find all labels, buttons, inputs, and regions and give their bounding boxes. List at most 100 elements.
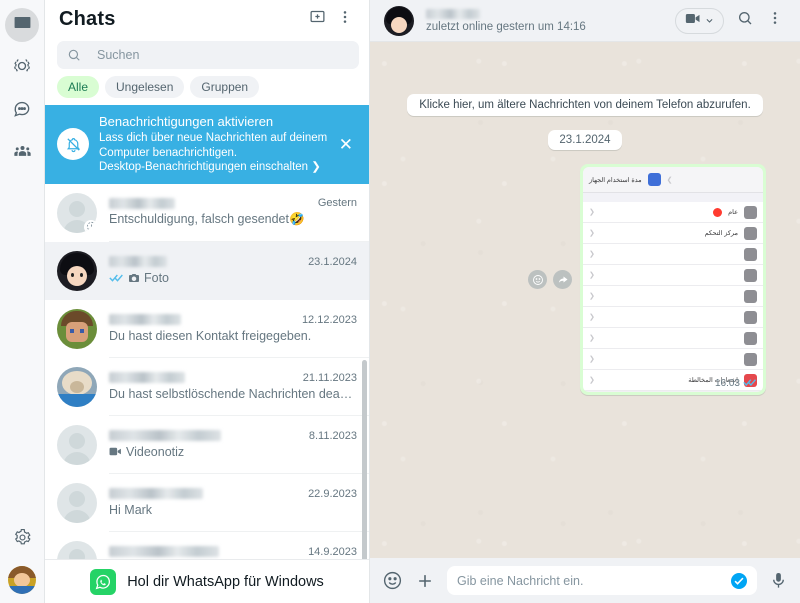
avatar	[57, 424, 97, 465]
chevron-left-icon: ❮	[589, 272, 595, 279]
channels-icon	[12, 99, 32, 124]
message-input[interactable]: Gib eine Nachricht ein.	[447, 566, 757, 595]
notification-text: Benachrichtigungen aktivieren Lass dich …	[99, 114, 333, 175]
voice-message-button[interactable]	[769, 571, 788, 590]
ios-settings-row: ❮	[583, 244, 763, 265]
chevron-left-icon: ❮	[589, 293, 595, 300]
conversation-search-button[interactable]	[730, 6, 760, 36]
chat-list-item[interactable]: 21.11.2023 Du hast selbstlöschende Nachr…	[45, 358, 369, 416]
avatar-body	[8, 586, 36, 594]
avatar	[57, 250, 97, 291]
ios-controlcenter-label: مركز التحكم	[704, 230, 738, 237]
status-icon	[12, 56, 32, 81]
new-chat-button[interactable]	[303, 5, 331, 33]
date-divider: 23.1.2024	[548, 130, 622, 150]
search-placeholder: Suchen	[97, 48, 140, 62]
filter-alle[interactable]: Alle	[57, 76, 100, 98]
load-older-messages-pill[interactable]: Klicke hier, um ältere Nachrichten von d…	[407, 94, 763, 116]
rail-item-status[interactable]	[5, 51, 39, 85]
avatar-head	[69, 432, 85, 449]
ios-settings-row: ❮	[583, 349, 763, 370]
avatar	[57, 366, 97, 407]
chat-timestamp: 12.12.2023	[301, 313, 357, 326]
avatar-head	[69, 200, 85, 217]
ios-row-icon	[744, 289, 757, 303]
contact-name-blurred	[109, 372, 185, 384]
message-hover-actions	[528, 270, 572, 289]
chat-list-item[interactable]: 14.9.2023 Sticker	[45, 532, 369, 559]
ios-row-icon	[744, 268, 757, 282]
avatar	[57, 540, 97, 559]
chevron-left-icon: ❮	[589, 314, 595, 321]
avatar	[57, 308, 97, 349]
ios-section-gap	[583, 193, 763, 202]
chat-row-top: 12.12.2023	[109, 314, 357, 326]
contact-name-blurred	[109, 488, 203, 500]
notification-line1: Lass dich über neue Nachrichten auf dein…	[99, 132, 328, 145]
avatar-eye-right	[80, 328, 84, 333]
image-message-bubble[interactable]: مدة استخدام الجهاز ❮ عام ❮ مركز التحكم ❮…	[580, 164, 766, 395]
chat-row-top: 23.1.2024	[109, 256, 357, 268]
chat-list-item[interactable]: Gestern Entschuldigung, falsch gesendet🤣	[45, 184, 369, 242]
message-image[interactable]: مدة استخدام الجهاز ❮ عام ❮ مركز التحكم ❮…	[583, 167, 763, 392]
filter-gruppen[interactable]: Gruppen	[190, 76, 260, 98]
search-icon	[67, 48, 81, 62]
windows-app-promo[interactable]: Hol dir WhatsApp für Windows	[45, 559, 369, 603]
send-check-icon[interactable]	[731, 572, 747, 589]
bell-off-icon	[57, 128, 89, 161]
ios-general-icon	[744, 205, 757, 219]
contact-info[interactable]: zuletzt online gestern um 14:16	[426, 8, 675, 33]
avatar-face	[391, 16, 407, 33]
notification-link[interactable]: Desktop-Benachrichtigungen einschalten ❯	[99, 160, 333, 174]
message-timestamp: 16:03	[714, 378, 740, 389]
chat-list-item[interactable]: 8.11.2023 Videonotiz	[45, 416, 369, 474]
filter-ungelesen[interactable]: Ungelesen	[105, 76, 185, 98]
chat-list-header: Chats	[45, 0, 369, 38]
chat-list-item[interactable]: 22.9.2023 Hi Mark	[45, 474, 369, 532]
chat-list-menu-button[interactable]	[331, 5, 359, 33]
rail-item-chats[interactable]	[5, 8, 39, 42]
ios-settings-row: ❮	[583, 286, 763, 307]
ios-settings-row-general: عام ❮	[583, 202, 763, 223]
contact-status: zuletzt online gestern um 14:16	[426, 20, 586, 33]
chevron-left-icon: ❮	[589, 335, 595, 342]
message-composer: Gib eine Nachricht ein.	[370, 558, 800, 603]
chat-row-preview: Videonotiz	[109, 445, 357, 459]
chat-list-scrollbar[interactable]	[362, 359, 367, 559]
chat-row-preview: Hi Mark	[109, 503, 357, 517]
search-input[interactable]: Suchen	[57, 41, 359, 69]
notification-close-button[interactable]: ✕	[333, 136, 359, 153]
rail-profile-avatar[interactable]	[8, 566, 36, 594]
avatar-foreground	[57, 393, 97, 407]
avatar-eye-left	[70, 328, 74, 333]
react-emoji-button[interactable]	[528, 270, 547, 289]
chat-list-item[interactable]: 12.12.2023 Du hast diesen Kontakt freige…	[45, 300, 369, 358]
new-chat-icon	[309, 8, 326, 30]
ios-settings-row-screentime: مدة استخدام الجهاز ❮	[583, 167, 763, 193]
notification-banner[interactable]: Benachrichtigungen aktivieren Lass dich …	[45, 105, 369, 184]
conversation-header: zuletzt online gestern um 14:16	[370, 0, 800, 42]
ios-settings-row: ❮	[583, 328, 763, 349]
forward-button[interactable]	[553, 270, 572, 289]
conversation-menu-button[interactable]	[760, 6, 790, 36]
chat-row-main: 23.1.2024 Foto	[109, 242, 369, 300]
rail-item-settings[interactable]	[5, 523, 39, 557]
rail-item-communities[interactable]	[5, 137, 39, 171]
attach-button[interactable]	[415, 571, 435, 591]
chat-timestamp: 14.9.2023	[308, 545, 357, 558]
chat-row-preview: Entschuldigung, falsch gesendet🤣	[109, 212, 357, 227]
contact-avatar[interactable]	[384, 5, 414, 36]
chat-row-main: 12.12.2023 Du hast diesen Kontakt freige…	[109, 300, 369, 358]
chat-list-item-selected[interactable]: 23.1.2024 Foto	[45, 241, 369, 300]
avatar-body	[63, 509, 91, 523]
emoji-button[interactable]	[382, 570, 403, 591]
overflow-menu-icon	[337, 9, 353, 30]
ios-screentime-label: مدة استخدام الجهاز	[589, 176, 642, 184]
video-call-button[interactable]	[675, 7, 724, 34]
chat-row-top: 8.11.2023	[109, 430, 357, 442]
chevron-left-icon: ❮	[589, 356, 595, 363]
preview-text: Entschuldigung, falsch gesendet🤣	[109, 212, 305, 227]
chat-list-scroll[interactable]: Gestern Entschuldigung, falsch gesendet🤣	[45, 184, 369, 559]
rail-item-channels[interactable]	[5, 94, 39, 128]
chevron-left-icon: ❮	[589, 230, 595, 237]
